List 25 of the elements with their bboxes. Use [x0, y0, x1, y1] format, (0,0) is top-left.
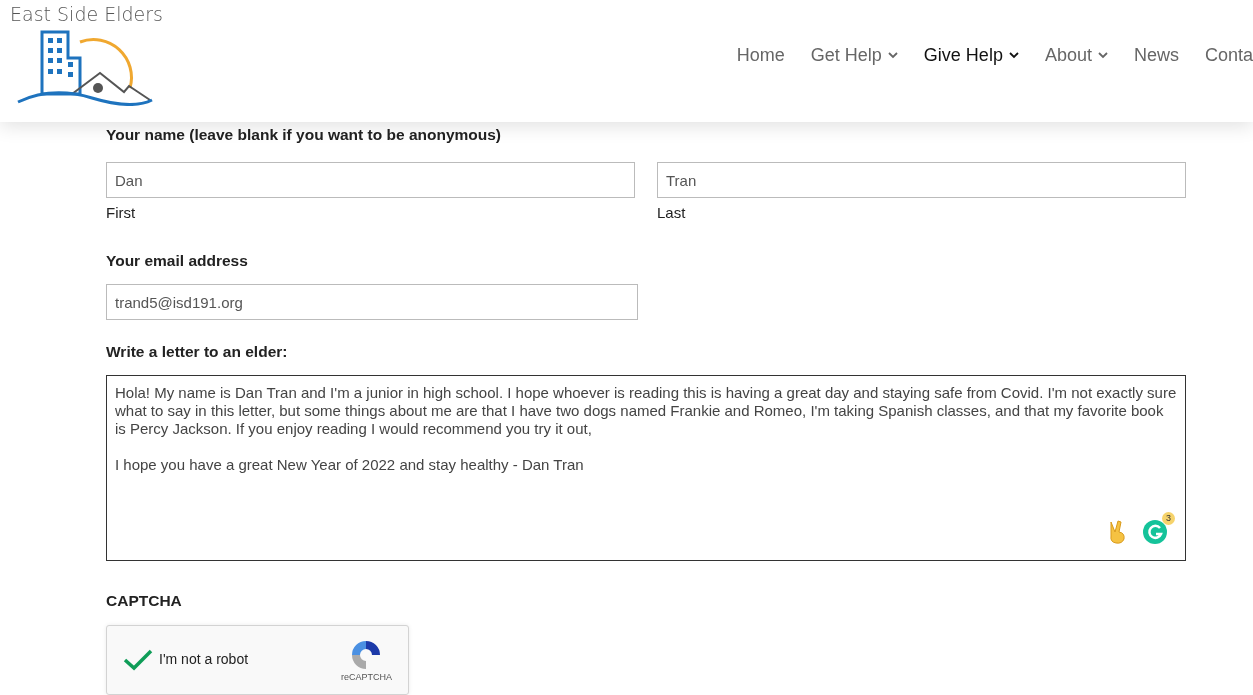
captcha-label: I'm not a robot: [159, 650, 249, 669]
recaptcha-logo-icon: [350, 638, 383, 671]
last-name-field[interactable]: Tran: [657, 162, 1186, 199]
nav-link[interactable]: Get Help: [810, 41, 898, 69]
nav-link[interactable]: News: [1133, 41, 1179, 69]
field-label: Your email address: [106, 250, 249, 271]
letter-paragraph: I hope you have a great New Year of 2022 and stay healthy - Dan Tran: [115, 456, 585, 475]
nav-link[interactable]: Conta: [1204, 41, 1253, 69]
logo-text: East Side Elders: [10, 2, 163, 27]
grammar-checker-icon: [1143, 520, 1167, 545]
first-name-field[interactable]: Dan: [106, 162, 635, 199]
field-label: Write a letter to an elder:: [106, 342, 289, 362]
peace-hand-icon: [1107, 520, 1127, 545]
letter-textarea[interactable]: [106, 375, 1186, 562]
field-sublabel: First: [106, 203, 137, 224]
nav-link[interactable]: Give Help: [923, 41, 1019, 69]
notification-badge: 3: [1162, 512, 1175, 526]
field-label: Your name (leave blank if you want to be anonymous): [106, 125, 503, 145]
nav-link[interactable]: About: [1044, 41, 1108, 69]
field-sublabel: Last: [657, 203, 687, 224]
field-label: CAPTCHA: [106, 591, 183, 612]
nav-link[interactable]: Home: [736, 41, 785, 69]
captcha-brand: reCAPTCHA: [341, 670, 392, 684]
email-field[interactable]: trand5@isd191.org: [106, 284, 638, 320]
letter-paragraph: Hola! My name is Dan Tran and I'm a junior in high school. I hope whoever is reading this is having a great day and staying safe from Covid. I'm not exactly sure what to say in this letter, but some things about me are that I have two dogs named Frankie and Romeo, I'm taking Spanish classes, and that my favorite book is Percy Jackson. If you enjoy reading I would recommend you try it out,: [115, 384, 1177, 439]
